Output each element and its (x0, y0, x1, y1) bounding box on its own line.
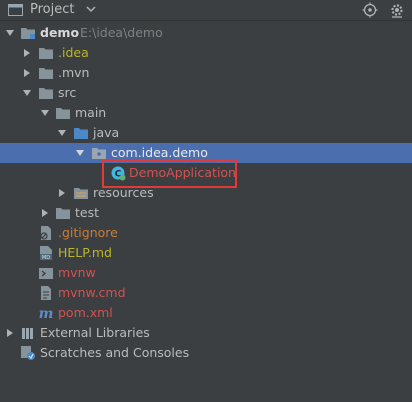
tree-node-external-libraries[interactable]: External Libraries (0, 323, 412, 343)
tree-node-gitignore[interactable]: .gitignore (0, 223, 412, 243)
node-label: java (93, 125, 120, 140)
tree-node-mvnw[interactable]: mvnw (0, 263, 412, 283)
tree-node-pom-xml[interactable]: m pom.xml (0, 303, 412, 323)
node-label: mvnw (58, 265, 96, 280)
expanded-arrow-icon[interactable] (40, 108, 50, 118)
maven-icon: m (39, 306, 54, 321)
source-folder-icon (74, 128, 88, 139)
expanded-arrow-icon[interactable] (22, 88, 32, 98)
target-icon[interactable] (362, 2, 378, 18)
markdown-file-icon: MD (40, 246, 52, 261)
tree-node-src[interactable]: src (0, 83, 412, 103)
collapsed-arrow-icon[interactable] (40, 208, 50, 218)
tree-node-mvnw-cmd[interactable]: mvnw.cmd (0, 283, 412, 303)
library-icon (22, 328, 33, 339)
tree-node-scratches[interactable]: Scratches and Consoles (0, 343, 412, 363)
node-label: External Libraries (40, 325, 150, 340)
project-tool-window-header: Project (0, 0, 412, 21)
collapsed-arrow-icon[interactable] (57, 188, 67, 198)
scratches-icon (21, 346, 35, 360)
collapsed-arrow-icon[interactable] (22, 48, 32, 58)
tree-node-main[interactable]: main (0, 103, 412, 123)
expanded-arrow-icon[interactable] (5, 28, 15, 38)
tree-node-demo[interactable]: demo E:\idea\demo (0, 23, 412, 43)
node-label: .idea (58, 45, 89, 60)
expanded-arrow-icon[interactable] (57, 128, 67, 138)
settings-icon[interactable] (389, 2, 405, 18)
node-label: src (58, 85, 77, 100)
tree-node-mvn[interactable]: .mvn (0, 63, 412, 83)
tool-window-title[interactable]: Project (30, 2, 74, 17)
svg-text:MD: MD (42, 255, 50, 261)
node-label: pom.xml (58, 305, 113, 320)
collapsed-arrow-icon[interactable] (5, 328, 15, 338)
node-label: test (75, 205, 100, 220)
text-file-icon (41, 286, 51, 300)
folder-icon (39, 88, 53, 99)
shell-script-icon (39, 268, 53, 279)
node-label: .gitignore (58, 225, 118, 240)
node-label: .mvn (58, 65, 90, 80)
node-label: mvnw.cmd (58, 285, 126, 300)
collapsed-arrow-icon[interactable] (22, 68, 32, 78)
node-label: demo (40, 25, 80, 40)
chevron-down-icon[interactable] (86, 4, 96, 14)
folder-icon (56, 108, 70, 119)
expanded-arrow-icon[interactable] (75, 148, 85, 158)
folder-icon (39, 68, 53, 79)
ignore-file-icon (40, 226, 51, 240)
folder-icon (39, 48, 53, 59)
node-label: main (75, 105, 107, 120)
tree-node-help-md[interactable]: MD HELP.md (0, 243, 412, 263)
tree-node-test[interactable]: test (0, 203, 412, 223)
module-folder-icon (21, 28, 35, 39)
node-label: Scratches and Consoles (40, 345, 190, 360)
resources-folder-icon (74, 188, 88, 199)
folder-icon (56, 208, 70, 219)
svg-text:m: m (39, 306, 54, 321)
tree-node-idea[interactable]: .idea (0, 43, 412, 63)
package-icon (92, 148, 106, 159)
highlight-annotation (102, 160, 237, 188)
tree-node-java[interactable]: java (0, 123, 412, 143)
node-label: HELP.md (58, 245, 112, 260)
node-path: E:\idea\demo (80, 25, 163, 40)
project-icon (8, 4, 23, 16)
